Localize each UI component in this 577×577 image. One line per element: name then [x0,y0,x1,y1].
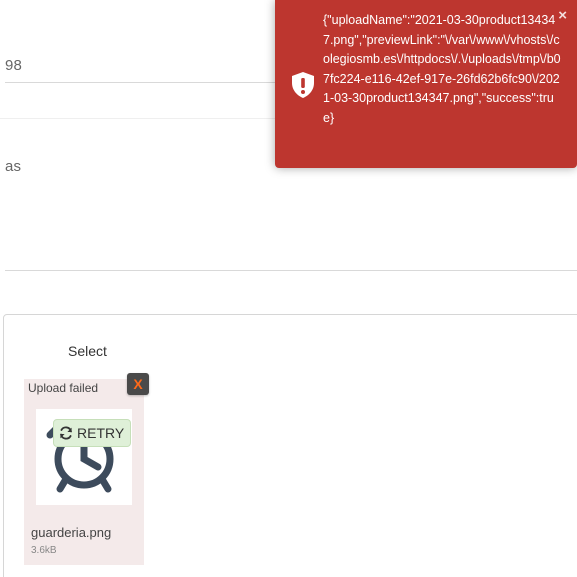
toast-message: {"uploadName":"2021-03-30product134347.p… [323,13,561,125]
file-card: Upload failed guarderia.png 3.6kB [24,379,144,565]
field-2-underline [5,270,577,271]
retry-label: RETRY [77,425,125,441]
shield-exclamation-icon [292,72,314,98]
remove-file-button[interactable]: X [127,373,149,395]
file-name: guarderia.png [31,525,112,540]
page: 98 as Select Upload failed guarderia.png… [0,0,577,577]
upload-status-label: Upload failed [28,381,99,395]
file-size: 3.6kB [31,545,57,556]
field-2-value[interactable]: as [5,158,21,175]
refresh-icon [60,426,72,440]
select-file-button[interactable]: Select [64,343,111,359]
error-toast[interactable]: × {"uploadName":"2021-03-30product134347… [275,0,577,168]
field-1-value[interactable]: 98 [5,57,22,74]
retry-upload-button[interactable]: RETRY [53,419,132,447]
